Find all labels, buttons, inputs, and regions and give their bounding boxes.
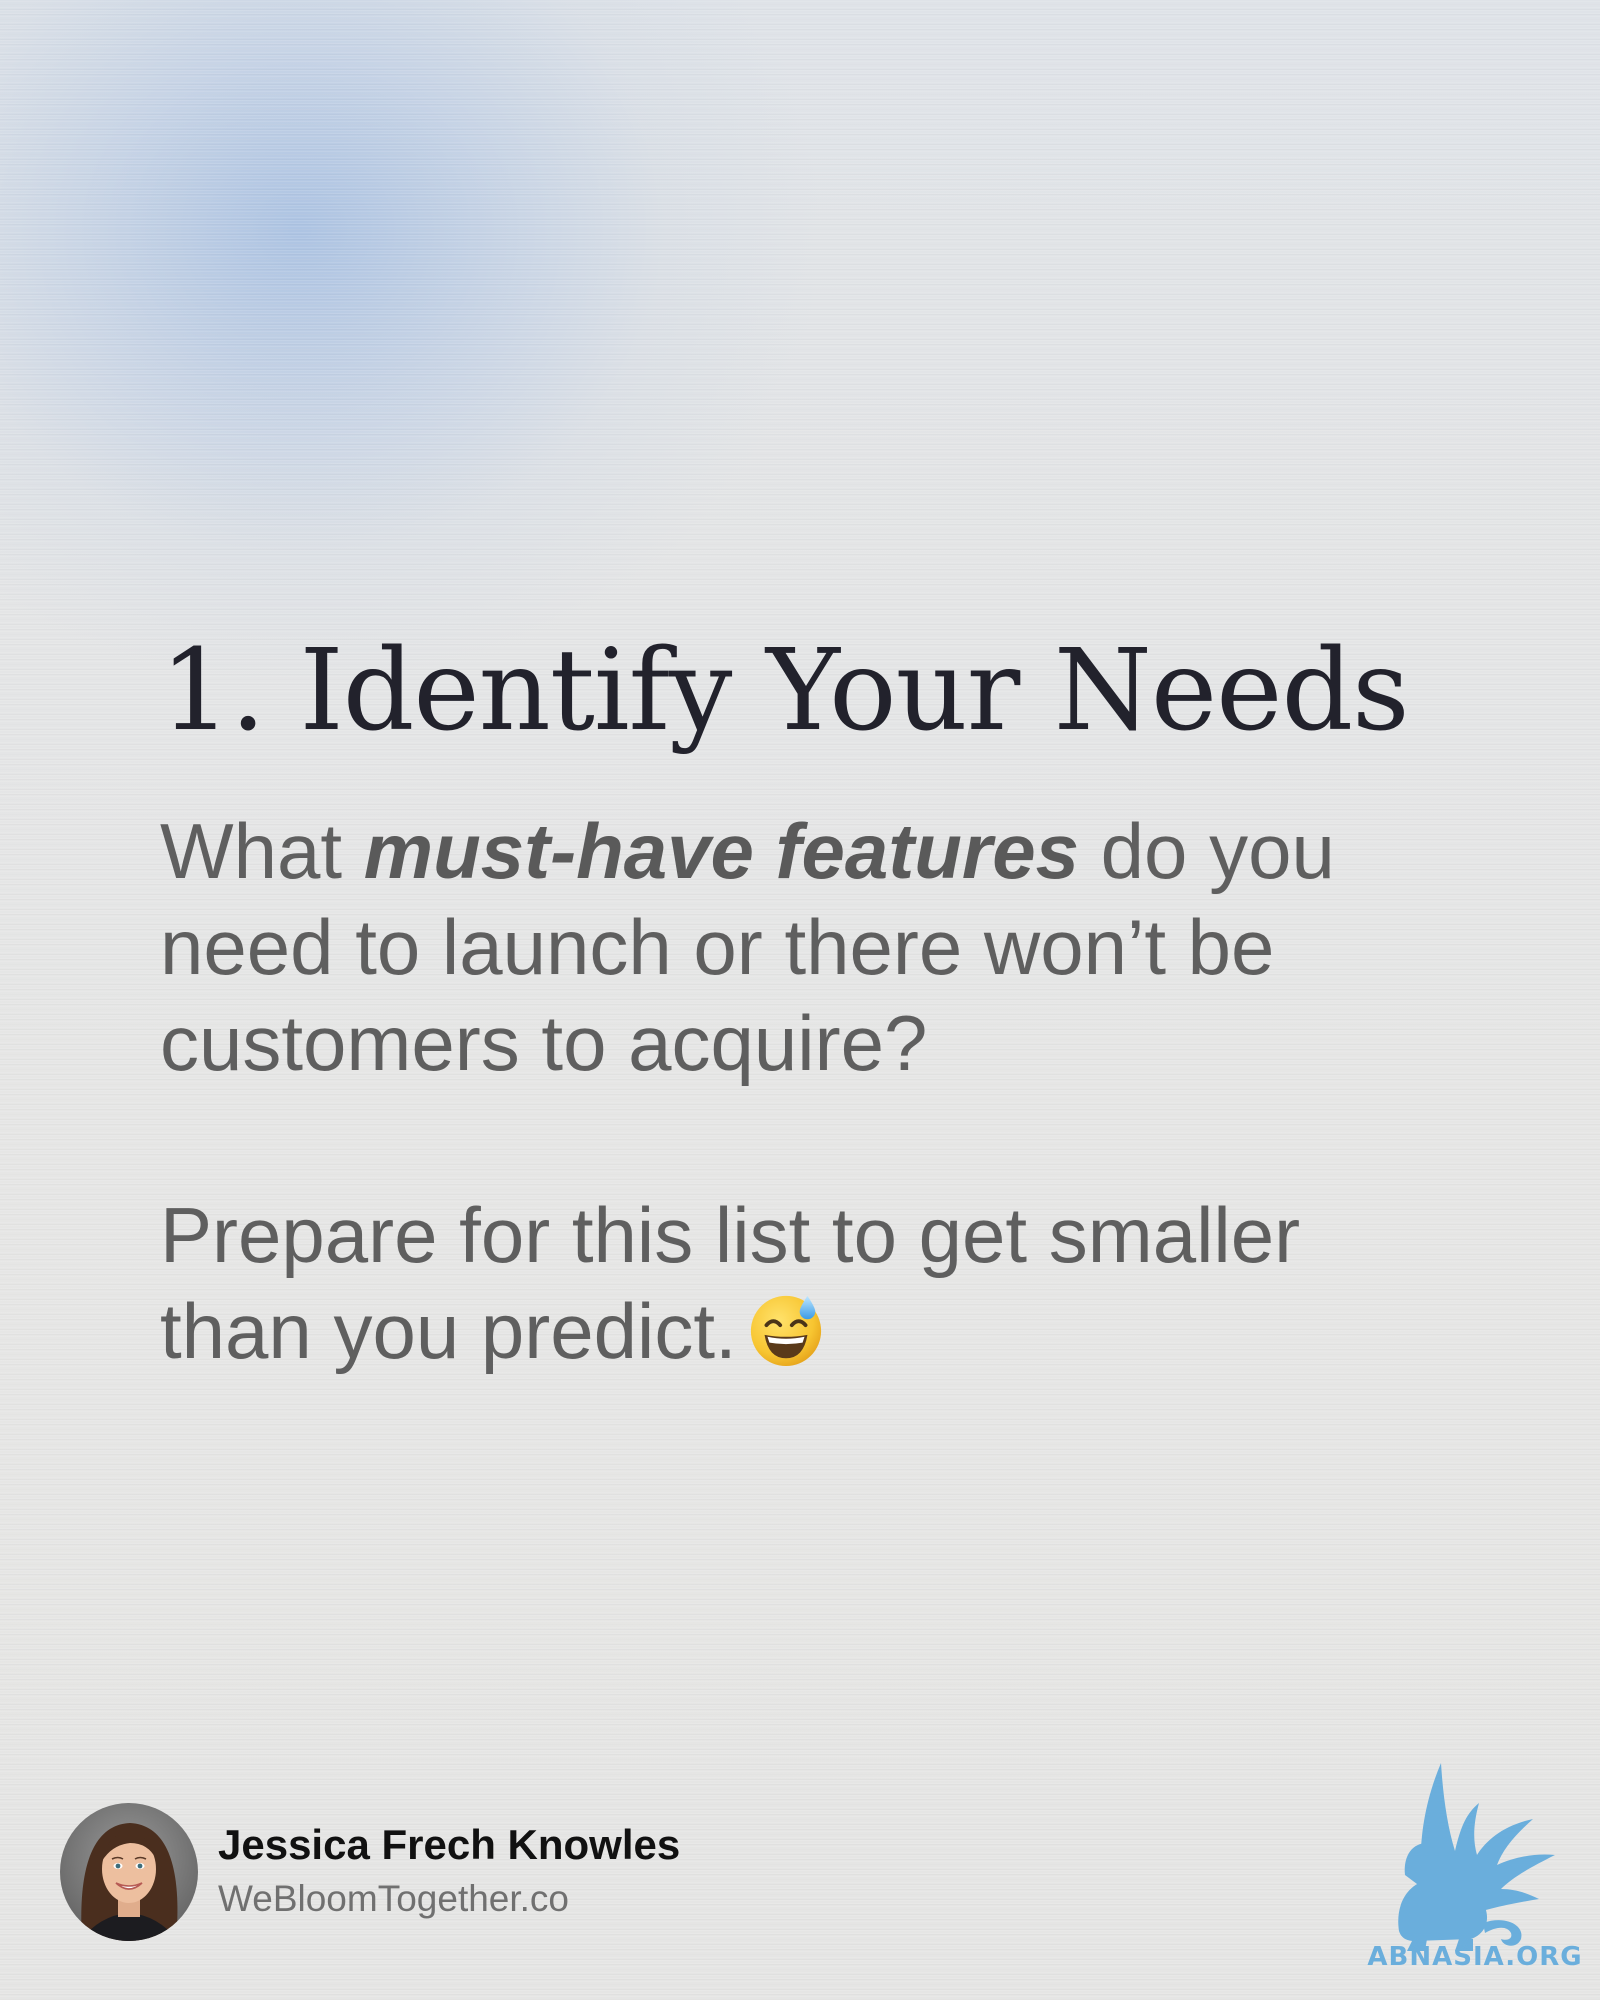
paragraph-lead-text: What xyxy=(160,807,364,896)
author-text: Jessica Frech Knowles WeBloomTogether.co xyxy=(218,1818,680,1926)
author-portrait-icon xyxy=(60,1803,198,1941)
paragraph-must-have: What must-have features do you need to l… xyxy=(160,803,1450,1091)
author-avatar xyxy=(60,1803,198,1941)
paragraph-prepare-text: Prepare for this list to get smaller tha… xyxy=(160,1191,1301,1376)
slide-content: 1. Identify Your Needs What must-have fe… xyxy=(160,626,1460,1379)
slide-background: 1. Identify Your Needs What must-have fe… xyxy=(0,0,1600,2000)
watermark-text: ABNASIA.ORG xyxy=(1367,1942,1582,1970)
author-website: WeBloomTogether.co xyxy=(218,1878,570,1919)
paragraph-prepare: Prepare for this list to get smaller tha… xyxy=(160,1187,1450,1379)
author-card: Jessica Frech Knowles WeBloomTogether.co xyxy=(60,1803,680,1941)
emphasis-must-have-features: must-have features xyxy=(363,807,1079,896)
grinning-face-with-sweat-emoji-icon xyxy=(750,1296,821,1367)
author-name: Jessica Frech Knowles xyxy=(218,1821,681,1868)
slide-heading: 1. Identify Your Needs xyxy=(160,626,1410,756)
griffin-logo-icon: ABNASIA.ORG xyxy=(1367,1763,1582,1970)
